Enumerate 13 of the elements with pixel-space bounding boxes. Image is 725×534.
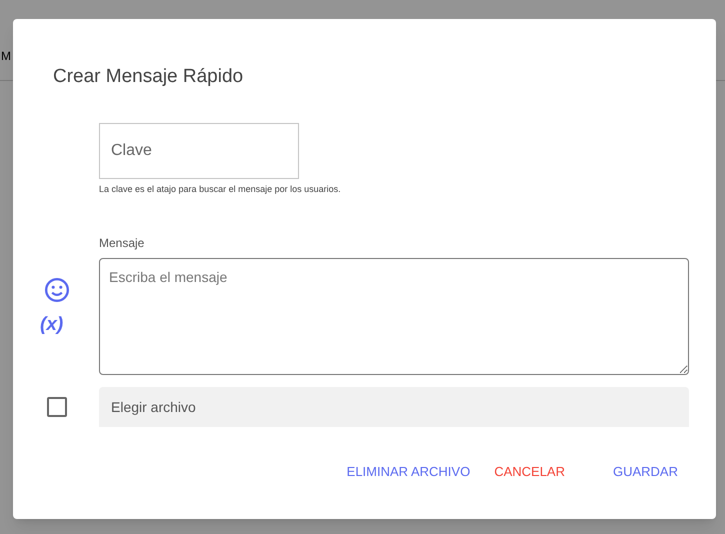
message-label: Mensaje — [99, 235, 144, 252]
dialog-button[interactable]: CANCELAR — [486, 456, 573, 488]
page-heading: M — [1, 50, 11, 62]
key-hint: La clave es el atajo para buscar el mensaje por los usuarios. — [99, 183, 341, 196]
attachment-checkbox[interactable] — [47, 397, 67, 417]
emoji-icon[interactable] — [44, 277, 70, 303]
variable-button[interactable]: (x) — [40, 315, 64, 334]
dialog-button[interactable]: GUARDAR — [604, 456, 686, 488]
dialog-button[interactable]: ELIMINAR ARCHIVO — [338, 456, 478, 488]
message-field[interactable]: Escriba el mensaje — [99, 258, 689, 375]
file-picker[interactable]: Elegir archivo — [99, 387, 689, 427]
dialog-title: Crear Mensaje Rápido — [53, 65, 244, 89]
key-field[interactable]: Clave — [99, 123, 299, 179]
